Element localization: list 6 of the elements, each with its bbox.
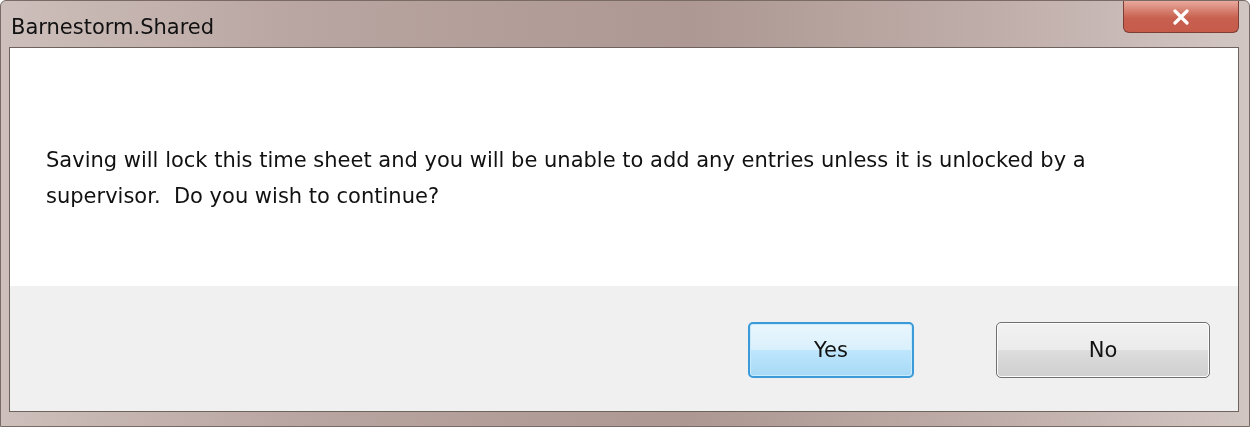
window-title: Barnestorm.Shared bbox=[10, 14, 215, 39]
dialog-button[interactable]: Yes bbox=[748, 322, 914, 378]
close-button[interactable] bbox=[1123, 1, 1239, 33]
dialog-button[interactable]: No bbox=[996, 322, 1210, 378]
close-icon bbox=[1172, 8, 1190, 25]
message-text: Saving will lock this time sheet and you will be unable to add any entries unless it is unlocked by a supervisor. Do you wish to continue? bbox=[46, 147, 1087, 210]
